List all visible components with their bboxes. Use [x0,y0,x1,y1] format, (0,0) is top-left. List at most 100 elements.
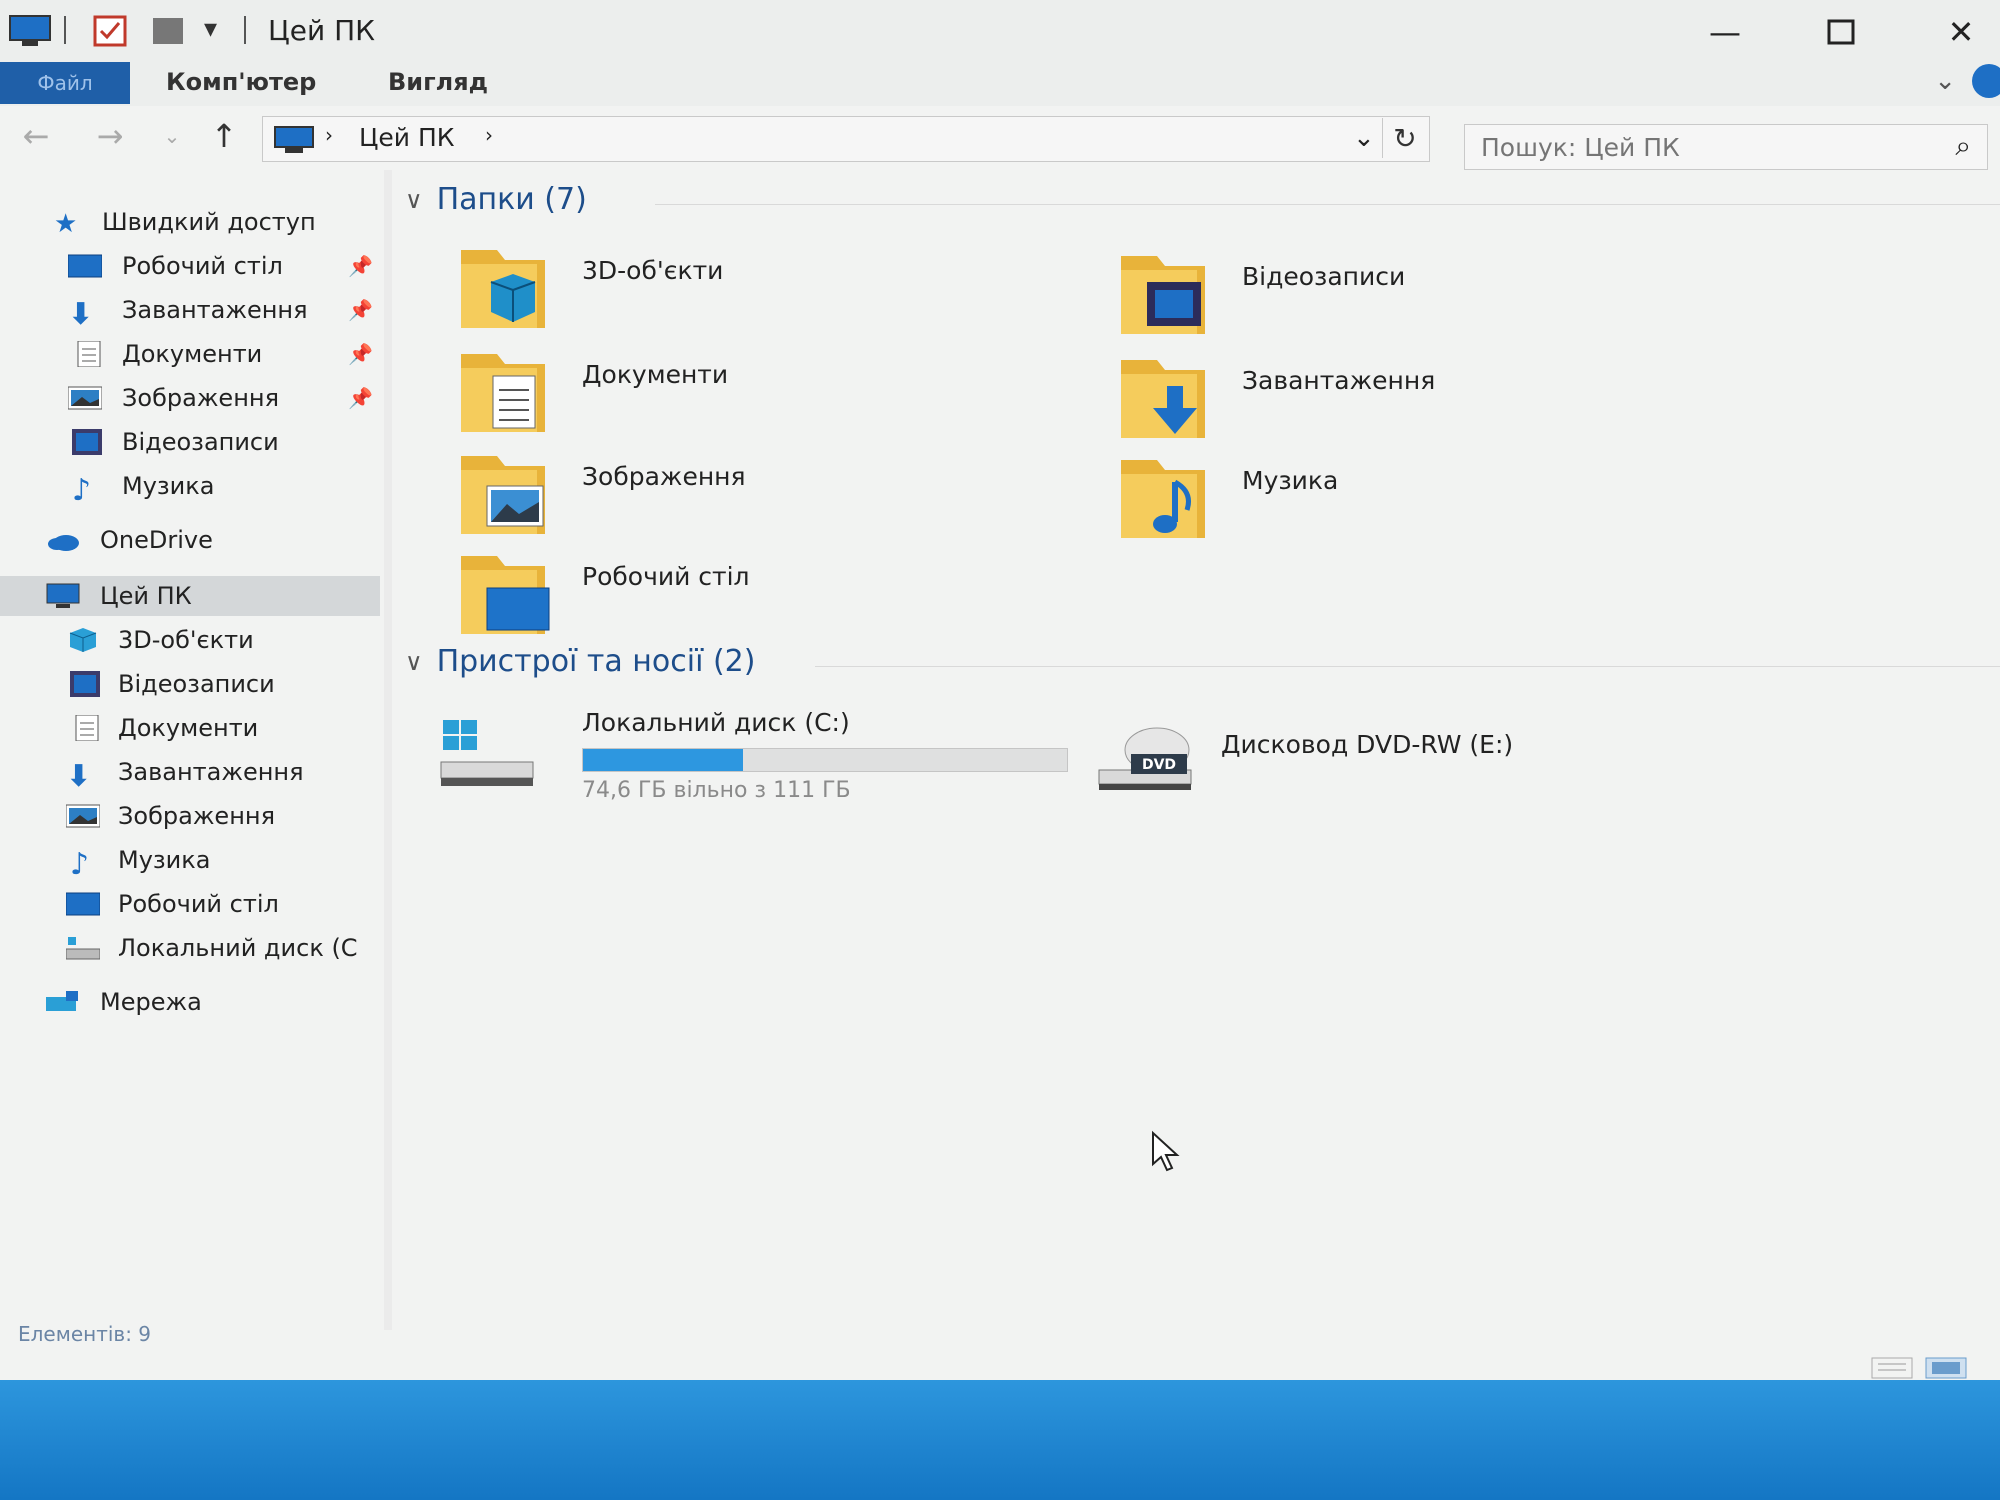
drive-usage-fill [583,749,743,771]
sidebar-item-documents[interactable]: Документи [0,708,380,748]
close-button[interactable]: ✕ [1916,6,2000,58]
sidebar-item-pictures[interactable]: Зображення [0,796,380,836]
desktop-icon [66,892,100,916]
maximize-button[interactable] [1796,6,1886,58]
music-folder-icon [1121,460,1205,538]
view-switcher [1870,1356,1970,1380]
sidebar-item-label: Швидкий доступ [102,208,316,236]
sidebar-item-desktop[interactable]: Робочий стіл [0,884,380,924]
group-divider [655,204,2000,205]
title-separator-2 [244,16,246,44]
sidebar-item-music[interactable]: ♪ Музика [0,840,380,882]
drive-dvd-e[interactable]: DVD Дисковод DVD-RW (E:) [1095,706,1695,806]
folder-desktop[interactable]: Робочий стіл [457,542,1057,642]
sidebar-item-documents[interactable]: Документи 📌 [0,334,380,374]
drive-local-c[interactable]: Локальний диск (C:) 74,6 ГБ вільно з 111… [437,706,1068,806]
refresh-button[interactable]: ↻ [1382,118,1427,158]
navigation-pane: ★ Швидкий доступ Робочий стіл 📌 ⬇ Завант… [0,170,392,1330]
network-icon [46,991,78,1011]
sidebar-item-desktop[interactable]: Робочий стіл 📌 [0,246,380,286]
taskbar [0,1380,2000,1500]
ribbon-expand-icon[interactable]: ⌄ [1934,66,1956,96]
folder-name: Зображення [582,462,746,491]
documents-folder-icon [461,354,545,432]
sidebar-item-local-disk[interactable]: Локальний диск (C [0,928,380,968]
folder-downloads[interactable]: Завантаження [1117,346,1717,446]
sidebar-item-network[interactable]: Мережа [0,982,380,1022]
pin-icon[interactable]: 📌 [348,386,373,410]
sidebar-item-videos[interactable]: Відеозаписи [0,664,380,704]
sidebar-item-music[interactable]: ♪ Музика [0,466,380,508]
star-icon: ★ [54,209,78,239]
sidebar-item-label: Зображення [118,802,276,830]
folder-videos[interactable]: Відеозаписи [1117,242,1717,342]
sidebar-item-downloads[interactable]: ⬇ Завантаження 📌 [0,290,380,332]
desktop-folder-icon [461,556,550,634]
up-button[interactable]: ↑ [202,114,246,158]
sidebar-item-downloads[interactable]: ⬇ Завантаження [0,752,380,794]
videos-folder-icon [1121,256,1205,334]
minimize-button[interactable]: — [1680,6,1770,58]
drive-usage-bar [582,748,1068,772]
this-pc-icon [46,583,80,608]
search-box[interactable]: ⌕ [1464,124,1988,170]
folders-group-header[interactable]: ∨ Папки (7) [405,182,587,217]
windows-drive-icon [440,720,534,786]
sidebar-item-label: Цей ПК [100,582,192,610]
sidebar-item-onedrive[interactable]: OneDrive [0,520,380,560]
pin-icon[interactable]: 📌 [348,298,373,322]
3d-objects-icon [69,628,97,652]
window-title: Цей ПК [268,14,375,47]
tab-view[interactable]: Вигляд [388,68,488,96]
dvd-badge: DVD [1142,757,1176,773]
forward-button[interactable]: → [88,114,132,158]
folder-music[interactable]: Музика [1117,446,1717,546]
details-view-icon[interactable] [1871,1357,1913,1379]
sidebar-item-this-pc[interactable]: Цей ПК [0,576,380,616]
sidebar-item-videos[interactable]: Відеозаписи [0,422,380,462]
large-icons-view-icon[interactable] [1925,1357,1967,1379]
download-icon: ⬇ [66,759,92,794]
help-icon[interactable] [1972,64,2000,98]
back-button[interactable]: ← [14,114,58,158]
tab-file[interactable]: Файл [0,62,130,104]
search-icon[interactable]: ⌕ [1955,129,1971,163]
new-folder-icon[interactable] [150,14,186,48]
sidebar-item-quick-access[interactable]: ★ Швидкий доступ [0,202,380,242]
search-input[interactable] [1479,129,1923,165]
address-history-chevron-down-icon[interactable]: ⌄ [1353,123,1375,153]
sidebar-item-label: Відеозаписи [122,428,279,456]
chevron-down-icon[interactable]: ∨ [405,186,423,214]
pin-icon[interactable]: 📌 [348,254,373,278]
tab-computer[interactable]: Комп'ютер [166,68,316,96]
ribbon-tabs: Файл Комп'ютер Вигляд ⌄ [0,62,2000,107]
3d-objects-folder-icon [461,250,545,328]
breadcrumb-this-pc[interactable]: Цей ПК [359,123,455,152]
properties-icon[interactable] [92,14,128,48]
this-pc-icon [274,126,314,153]
quick-access-dropdown-icon[interactable]: ▾ [204,14,217,44]
sidebar-item-pictures[interactable]: Зображення 📌 [0,378,380,418]
documents-icon [75,715,99,741]
maximize-icon [1827,19,1855,45]
chevron-down-icon[interactable]: ∨ [405,648,423,676]
devices-group-title: Пристрої та носії (2) [436,644,756,679]
sidebar-item-label: Завантаження [122,296,308,324]
mouse-cursor-icon [1152,1130,1180,1172]
cloud-icon [48,535,79,551]
folder-documents[interactable]: Документи [457,340,1057,440]
documents-icon [77,341,101,367]
folder-pictures[interactable]: Зображення [457,442,1057,542]
breadcrumb-separator-icon[interactable]: › [485,123,493,147]
navigation-pane-scrollbar[interactable] [384,170,392,1330]
sidebar-item-3d-objects[interactable]: 3D-об'єкти [0,620,380,660]
pin-icon[interactable]: 📌 [348,342,373,366]
folder-3d-objects[interactable]: 3D-об'єкти [457,236,1057,336]
breadcrumb-separator-icon[interactable]: › [325,123,333,147]
sidebar-item-label: Завантаження [118,758,304,786]
recent-locations-chevron-down-icon[interactable]: ⌄ [150,114,194,158]
folder-name: 3D-об'єкти [582,256,724,285]
devices-group-header[interactable]: ∨ Пристрої та носії (2) [405,644,755,679]
downloads-folder-icon [1121,360,1205,438]
address-bar[interactable]: › Цей ПК › ⌄ [262,116,1430,162]
